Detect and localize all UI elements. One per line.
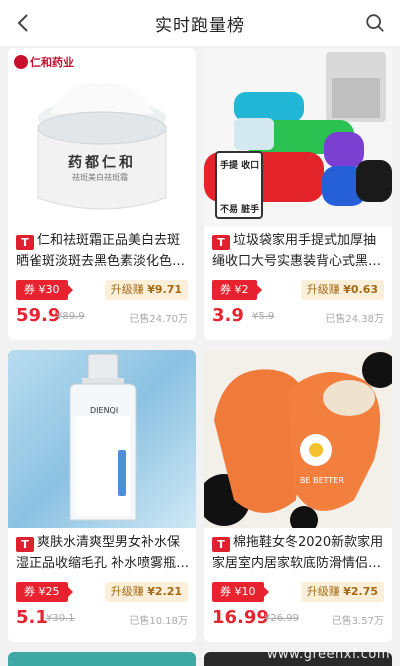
slipper-print: BE BETTER [300, 476, 344, 485]
sold-count: 已售24.38万 [325, 314, 384, 325]
earn-label: 升级赚 [110, 585, 144, 598]
product-name: 棉拖鞋女冬2020新款家用家居室内居家软底防滑情侣… [212, 535, 384, 571]
product-card[interactable]: 仁和药业 药都仁和 祛斑美白祛斑霜 T 仁和祛斑霜正品美白去斑晒雀斑淡斑去黑色素淡… [8, 48, 196, 340]
tmall-badge-icon: T [212, 235, 230, 250]
earn-badge[interactable]: 升级赚 ¥0.63 [300, 280, 384, 300]
product-image[interactable]: DIENQI [8, 350, 196, 528]
product-image[interactable]: 仁和药业 药都仁和 祛斑美白祛斑霜 [8, 48, 196, 226]
coupon-badge[interactable]: 券 ¥30 [16, 280, 72, 300]
earn-value: ¥2.75 [343, 585, 378, 598]
product-card[interactable]: 手提 收口 不易 脏手 T 垃圾袋家用手提式加厚抽绳收口大号实惠装背心式黑… 券 … [204, 48, 392, 340]
tmall-badge-icon: T [212, 537, 230, 552]
price: 5.1 [16, 607, 48, 628]
earn-label: 升级赚 [306, 283, 340, 296]
product-name-wrap: T 垃圾袋家用手提式加厚抽绳收口大号实惠装背心式黑… [212, 230, 388, 272]
coupon-badge[interactable]: 券 ¥2 [212, 280, 261, 300]
price: 16.99 [212, 607, 269, 628]
earn-value: ¥9.71 [147, 283, 182, 296]
earn-badge[interactable]: 升级赚 ¥2.75 [300, 582, 384, 602]
garbage-bags-illustration [204, 52, 392, 219]
product-image[interactable]: BE BETTER [204, 350, 392, 528]
product-image[interactable]: 手提 收口 不易 脏手 [204, 48, 392, 226]
page-title: 实时跑量榜 [155, 15, 245, 36]
jar-sub-label: 祛斑美白祛斑霜 [72, 173, 128, 182]
coupon-badge[interactable]: 券 ¥25 [16, 582, 72, 602]
product-name: 垃圾袋家用手提式加厚抽绳收口大号实惠装背心式黑… [212, 233, 382, 269]
top-bar: 实时跑量榜 [0, 0, 400, 46]
price: 59.9 [16, 305, 61, 326]
feature-tag-2: 不易 脏手 [220, 205, 260, 215]
earn-label: 升级赚 [306, 585, 340, 598]
slippers-illustration [204, 352, 392, 528]
product-card[interactable]: DIENQI T 爽肤水清爽型男女补水保湿正品收缩毛孔 补水喷雾瓶… 券 ¥25 … [8, 350, 196, 642]
sold-count: 已售24.70万 [129, 314, 188, 325]
earn-value: ¥2.21 [147, 585, 182, 598]
cream-jar-illustration [37, 83, 167, 210]
jar-brand-label: 药都仁和 [68, 155, 136, 171]
tmall-badge-icon: T [16, 537, 34, 552]
product-name: 仁和祛斑霜正品美白去斑晒雀斑淡斑去黑色素淡化色… [16, 233, 186, 269]
original-price: ¥30.1 [46, 613, 75, 624]
earn-badge[interactable]: 升级赚 ¥9.71 [104, 280, 188, 300]
product-name-wrap: T 棉拖鞋女冬2020新款家用家居室内居家软底防滑情侣… [212, 532, 388, 574]
coupon-badge[interactable]: 券 ¥10 [212, 582, 268, 602]
sold-count: 已售10.18万 [129, 616, 188, 627]
search-icon[interactable] [364, 12, 386, 34]
product-name: 爽肤水清爽型男女补水保湿正品收缩毛孔 补水喷雾瓶… [16, 535, 190, 571]
tmall-badge-icon: T [16, 235, 34, 250]
price: 3.9 [212, 305, 244, 326]
original-price: ¥5.9 [252, 311, 275, 322]
earn-label: 升级赚 [110, 283, 144, 296]
earn-badge[interactable]: 升级赚 ¥2.21 [104, 582, 188, 602]
feature-tag-1: 手提 收口 [220, 161, 260, 171]
sold-count: 已售3.57万 [331, 616, 384, 627]
bottle-brand-label: DIENQI [90, 406, 119, 415]
product-card[interactable]: BE BETTER T 棉拖鞋女冬2020新款家用家居室内居家软底防滑情侣… 券 … [204, 350, 392, 642]
chevron-left-icon[interactable] [12, 11, 36, 35]
original-price: ¥89.9 [56, 311, 85, 322]
original-price: ¥26.99 [264, 613, 299, 624]
toner-bottle-illustration [69, 353, 137, 521]
watermark: www.greenxf.com [266, 647, 390, 662]
product-name-wrap: T 仁和祛斑霜正品美白去斑晒雀斑淡斑去黑色素淡化色… [16, 230, 192, 272]
product-name-wrap: T 爽肤水清爽型男女补水保湿正品收缩毛孔 补水喷雾瓶… [16, 532, 192, 574]
earn-value: ¥0.63 [343, 283, 378, 296]
